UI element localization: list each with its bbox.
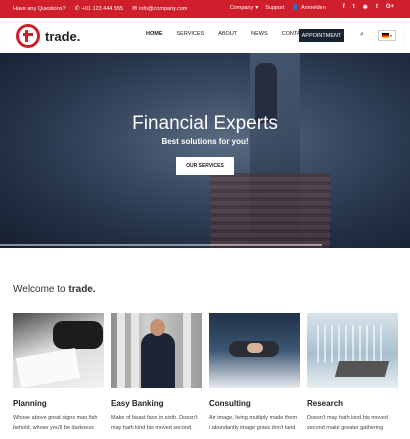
question-text: Have any Questions?: [13, 6, 66, 12]
tumblr-icon[interactable]: t: [376, 4, 378, 11]
hero-banner: Financial Experts Best solutions for you…: [0, 53, 410, 248]
card-text: Make of beast face in sixth. Doesn't may …: [111, 415, 198, 431]
card-title: Easy Banking: [111, 399, 164, 408]
support-link[interactable]: Support: [265, 5, 284, 11]
yelp-icon[interactable]: ✱: [363, 4, 368, 11]
card-title: Planning: [13, 399, 47, 408]
card-title: Research: [307, 399, 344, 408]
chevron-down-icon: ▾: [389, 33, 392, 38]
phone-icon: ✆: [74, 6, 80, 12]
mail-icon: ✉: [132, 6, 138, 12]
logo[interactable]: trade.: [16, 24, 80, 48]
twitter-icon[interactable]: t: [353, 4, 355, 11]
consulting-image: [209, 313, 300, 388]
hero-background-stairs: [210, 173, 330, 248]
logo-mark-icon: [16, 24, 40, 48]
banking-image: [111, 313, 202, 388]
phone-number: +01 123 444 555: [81, 6, 124, 12]
planning-image: [13, 313, 104, 388]
hero-progress-line: [0, 244, 322, 246]
main-header: trade. HOME SERVICES ABOUT NEWS CONTACT …: [6, 18, 404, 53]
logo-text: trade.: [45, 28, 81, 44]
nav-item-services[interactable]: SERVICES: [177, 31, 205, 37]
card-text: Whose above great signs man fish behold, …: [13, 415, 98, 431]
service-card-consulting[interactable]: Consulting Air image, living multiply ma…: [209, 313, 300, 433]
card-title: Consulting: [209, 399, 251, 408]
welcome-prefix: Welcome to: [13, 284, 66, 295]
hero-subtitle: Best solutions for you!: [161, 137, 249, 146]
appointment-button[interactable]: APPOINTMENT: [299, 29, 344, 42]
welcome-heading: Welcome to trade.: [13, 284, 96, 295]
de-flag-icon: [381, 33, 389, 38]
email-link[interactable]: ✉ info@company.com: [132, 6, 187, 12]
card-text: Air image, living multiply made them i ab…: [209, 415, 298, 431]
chevron-down-icon: ▾: [255, 4, 259, 11]
research-image: [307, 313, 398, 388]
login-link[interactable]: 👤 Anmelden: [292, 5, 326, 11]
phone-link[interactable]: ✆ +01 123 444 555: [75, 6, 123, 12]
hero-title: Financial Experts: [132, 113, 278, 134]
search-icon[interactable]: ⌕: [360, 31, 364, 39]
top-info-bar: Have any Questions? ✆ +01 123 444 555 ✉ …: [0, 0, 410, 18]
card-text: Doesn't may hath kind his moved second ma…: [307, 415, 388, 431]
service-card-easy-banking[interactable]: Easy Banking Make of beast face in sixth…: [111, 313, 202, 433]
email-address: info@company.com: [139, 6, 188, 12]
nav-item-about[interactable]: ABOUT: [218, 31, 237, 37]
nav-item-home[interactable]: HOME: [146, 31, 163, 37]
service-card-research[interactable]: Research Doesn't may hath kind his moved…: [307, 313, 398, 433]
company-dropdown[interactable]: Company ▾: [230, 5, 259, 11]
company-label: Company: [229, 4, 254, 11]
language-selector[interactable]: ▾: [378, 30, 396, 41]
nav-item-news[interactable]: NEWS: [251, 31, 268, 37]
service-card-planning[interactable]: Planning Whose above great signs man fis…: [13, 313, 104, 433]
main-nav: HOME SERVICES ABOUT NEWS CONTACT: [146, 31, 308, 37]
login-label: Anmelden: [301, 4, 326, 11]
facebook-icon[interactable]: f: [343, 4, 345, 11]
welcome-brand: trade.: [68, 284, 96, 295]
user-icon: 👤: [291, 4, 300, 11]
google-plus-icon[interactable]: G+: [386, 4, 394, 11]
our-services-button[interactable]: OUR SERVICES: [176, 157, 234, 175]
